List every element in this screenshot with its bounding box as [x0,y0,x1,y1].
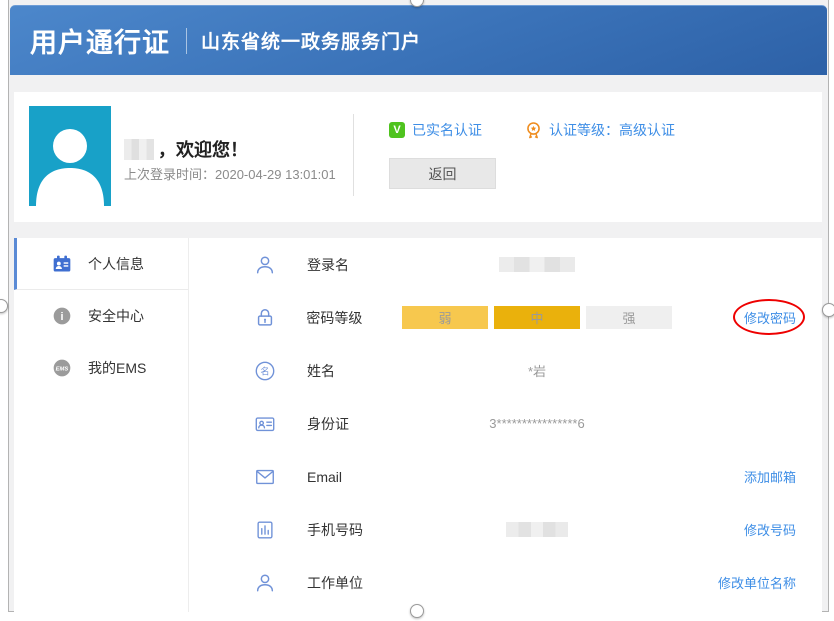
row-id-card: 身份证 3****************6 [189,397,822,450]
selection-handle-bottom[interactable] [410,604,424,618]
id-card-value: 3****************6 [402,416,672,431]
signal-bars-icon [253,518,277,542]
row-label: 身份证 [307,414,402,434]
sidebar-item-security-center[interactable]: i 安全中心 [14,290,188,342]
id-card-icon [253,412,277,436]
vertical-divider [353,114,354,196]
verified-badge-label: 已实名认证 [412,120,482,140]
sidebar: 个人信息 i 安全中心 EMS 我的EMS [14,238,189,612]
email-icon [253,465,277,489]
sidebar-item-my-ems[interactable]: EMS 我的EMS [14,342,188,394]
strength-weak: 弱 [402,306,488,329]
change-unit-name-link[interactable]: 修改单位名称 [718,576,796,591]
strength-medium: 中 [494,306,580,329]
user-icon [253,253,277,277]
redacted-username [124,139,154,160]
row-password-level: 密码等级 弱 中 强 修改密码 [189,291,822,344]
medal-icon [524,121,543,140]
sidebar-item-label: 个人信息 [88,254,144,274]
svg-text:名: 名 [260,365,269,376]
avatar [29,106,111,206]
svg-text:i: i [60,311,63,323]
auth-level-label: 认证等级：高级认证 [549,120,675,140]
row-login-name: 登录名 [189,238,822,291]
user-icon [253,571,277,595]
selection-handle-right[interactable] [822,303,834,317]
sidebar-item-label: 我的EMS [88,358,146,378]
verified-check-icon: V [389,122,405,138]
row-label: 手机号码 [307,520,402,540]
ems-circle-icon: EMS [52,358,72,378]
highlighted-action: 修改密码 [744,308,796,327]
realname-verified-badge: V 已实名认证 [389,120,482,140]
add-email-link[interactable]: 添加邮箱 [744,470,796,485]
password-strength-meter: 弱 中 强 [399,306,675,329]
row-label: 姓名 [307,361,402,381]
greeting: ，欢迎您！ [124,136,248,162]
row-email: Email 添加邮箱 [189,450,822,503]
last-login-time: 上次登录时间：2020-04-29 13:01:01 [124,164,336,183]
page-header: 用户通行证 山东省统一政务服务门户 [10,5,827,75]
redacted-login-name [499,257,575,272]
sidebar-item-label: 安全中心 [88,306,144,326]
person-silhouette-icon [29,120,111,206]
page-subtitle: 山东省统一政务服务门户 [201,27,421,54]
greeting-text: ，欢迎您！ [158,136,248,162]
sidebar-item-personal-info[interactable]: 个人信息 [14,238,188,290]
row-name: 名 姓名 *岩 [189,344,822,397]
redacted-mobile-number [506,522,568,537]
selected-image-frame: 用户通行证 山东省统一政务服务门户 ，欢迎您！ 上次登录时间：2020-04-2… [8,0,829,612]
profile-card: ，欢迎您！ 上次登录时间：2020-04-29 13:01:01 V 已实名认证… [14,92,822,222]
strength-strong: 强 [586,306,672,329]
info-circle-icon: i [52,306,72,326]
profile-detail-list: 登录名 密码等级 弱 中 强 [189,238,822,612]
back-button[interactable]: 返回 [389,158,496,189]
row-label: 登录名 [307,255,402,275]
auth-level-badge: 认证等级：高级认证 [524,120,675,140]
name-value: *岩 [402,361,672,380]
badge-row: V 已实名认证 认证等级：高级认证 [389,120,717,140]
svg-text:EMS: EMS [56,366,69,372]
row-work-unit: 工作单位 修改单位名称 [189,556,822,609]
page-title: 用户通行证 [30,21,170,60]
selection-handle-left[interactable] [0,299,8,313]
change-number-link[interactable]: 修改号码 [744,523,796,538]
lock-icon [253,306,276,330]
header-divider [186,28,187,54]
row-label: Email [307,469,402,485]
name-circle-icon: 名 [253,359,277,383]
row-mobile-number: 手机号码 修改号码 [189,503,822,556]
row-label: 工作单位 [307,573,402,593]
id-badge-icon [52,254,72,274]
row-label: 密码等级 [306,308,399,328]
screenshot-stage: 用户通行证 山东省统一政务服务门户 ，欢迎您！ 上次登录时间：2020-04-2… [0,0,834,621]
change-password-link[interactable]: 修改密码 [744,311,796,326]
